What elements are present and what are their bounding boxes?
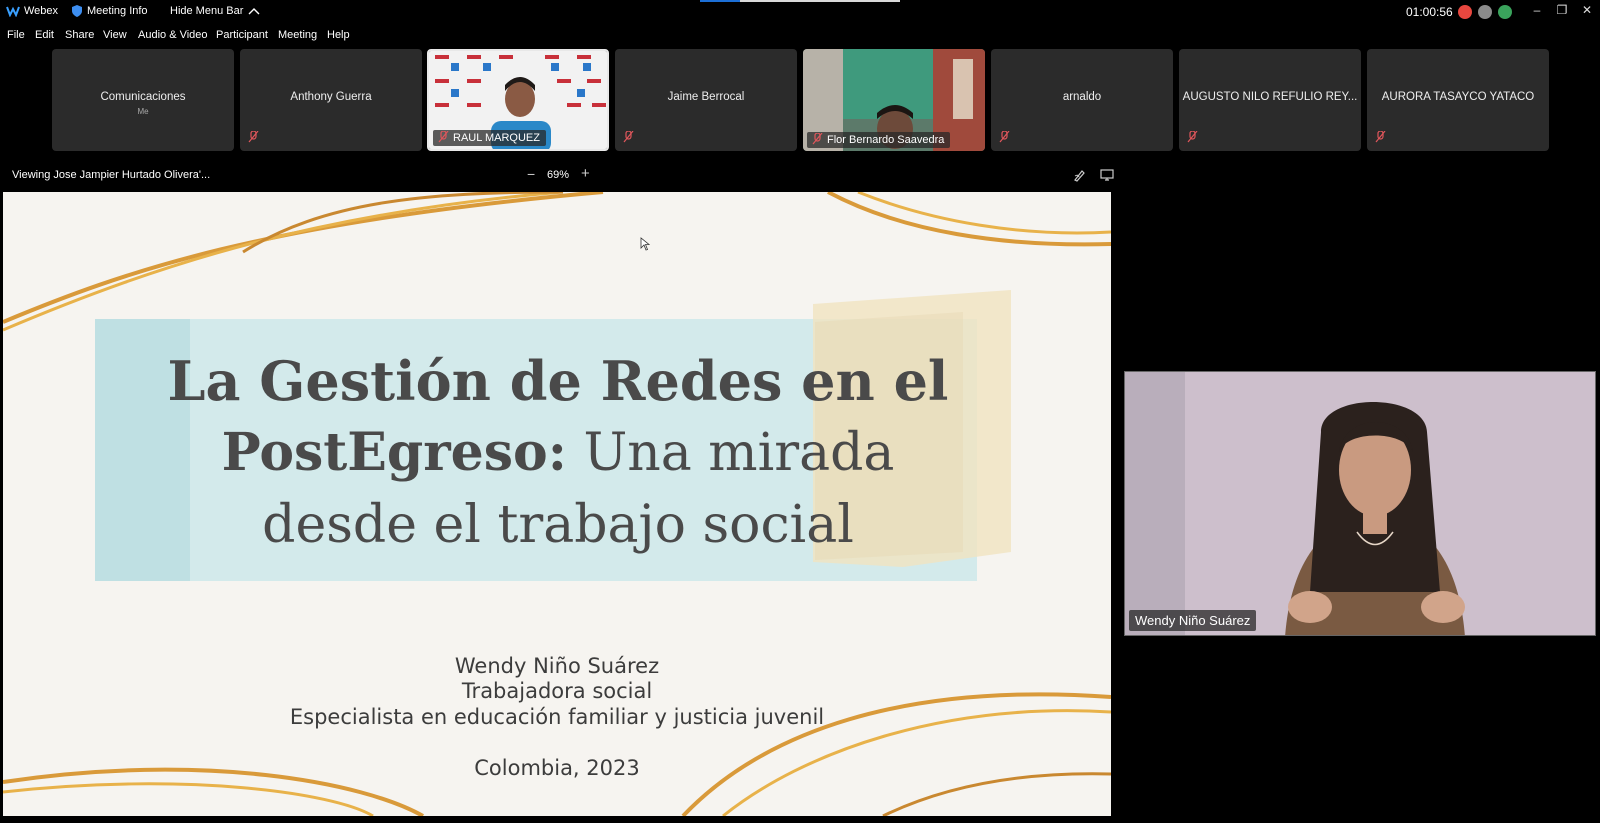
participant-video-tile[interactable]: RAUL MARQUEZ <box>427 49 609 151</box>
participant-tile[interactable]: AUGUSTO NILO REFULIO REY... <box>1179 49 1361 151</box>
slide-title-line-1: La Gestión de Redes en el <box>167 349 949 413</box>
restore-icon[interactable]: ❐ <box>1553 3 1571 17</box>
participant-name: Comunicaciones <box>100 91 186 103</box>
slide-title-line-3: desde el trabajo social <box>262 495 854 555</box>
recording-indicator-icon[interactable] <box>1458 5 1472 19</box>
slide-title-rest: Una mirada <box>566 423 895 483</box>
muted-mic-icon <box>438 131 449 143</box>
participant-tile[interactable]: Comunicaciones Me <box>52 49 234 151</box>
participant-name: Anthony Guerra <box>290 91 372 103</box>
muted-mic-icon <box>812 133 823 145</box>
muted-mic-icon <box>1375 131 1386 143</box>
muted-mic-icon <box>999 131 1010 143</box>
viewing-share-label: Viewing Jose Jampier Hurtado Olivera'... <box>12 169 211 181</box>
participant-name-label: Flor Bernardo Saavedra <box>807 132 951 148</box>
menu-audio-video[interactable]: Audio & Video <box>138 29 208 41</box>
participant-name: Jaime Berrocal <box>667 91 745 103</box>
webex-logo-icon <box>6 6 20 17</box>
participant-video-tile[interactable]: Flor Bernardo Saavedra <box>803 49 985 151</box>
muted-mic-icon <box>1187 131 1198 143</box>
network-status-icon[interactable] <box>1478 5 1492 19</box>
zoom-in-button[interactable]: + <box>581 165 590 182</box>
participant-name: arnaldo <box>1062 91 1102 103</box>
menu-file[interactable]: File <box>7 29 25 41</box>
chevron-up-icon <box>248 8 260 15</box>
slide-title-line-2: PostEgreso: Una mirada <box>143 417 973 489</box>
muted-mic-icon <box>623 131 634 143</box>
slide-title-bold: PostEgreso: <box>221 422 567 483</box>
hide-menu-bar-label: Hide Menu Bar <box>170 5 244 17</box>
muted-mic-icon <box>248 131 259 143</box>
participant-tile[interactable]: Anthony Guerra <box>240 49 422 151</box>
active-speaker-video[interactable]: Wendy Niño Suárez <box>1124 371 1596 636</box>
menu-help[interactable]: Help <box>327 29 350 41</box>
health-check-icon[interactable] <box>1498 5 1512 19</box>
participant-name: Flor Bernardo Saavedra <box>827 134 945 146</box>
share-toolbar: Viewing Jose Jampier Hurtado Olivera'...… <box>0 164 1114 188</box>
meeting-info-label: Meeting Info <box>87 5 148 17</box>
slide-place-year: Colombia, 2023 <box>474 756 640 780</box>
shield-icon <box>72 5 82 17</box>
slide-specialty: Especialista en educación familiar y jus… <box>289 705 825 729</box>
slide-role: Trabajadora social <box>461 679 653 703</box>
app-name: Webex <box>6 5 58 17</box>
shared-slide: La Gestión de Redes en el PostEgreso: Un… <box>3 192 1111 816</box>
share-indicator-bar <box>700 0 900 2</box>
menu-participant[interactable]: Participant <box>216 29 268 41</box>
minimize-icon[interactable]: – <box>1528 3 1546 17</box>
participant-self-label: Me <box>137 107 149 116</box>
slide-author: Wendy Niño Suárez <box>454 654 660 678</box>
participant-tile[interactable]: arnaldo <box>991 49 1173 151</box>
speaker-name-label: Wendy Niño Suárez <box>1129 610 1257 631</box>
meeting-timer: 01:00:56 <box>1406 5 1453 19</box>
app-name-label: Webex <box>24 5 59 17</box>
speaker-video-feed <box>1125 372 1595 635</box>
popout-share-icon[interactable] <box>1100 168 1114 182</box>
slide-title: La Gestión de Redes en el PostEgreso: Un… <box>143 345 973 561</box>
meeting-info-button[interactable]: Meeting Info <box>72 5 148 17</box>
participant-tile[interactable]: Jaime Berrocal <box>615 49 797 151</box>
zoom-out-button[interactable]: − <box>527 166 535 182</box>
participant-tile[interactable]: AURORA TASAYCO YATACO <box>1367 49 1549 151</box>
participant-name: AURORA TASAYCO YATACO <box>1381 91 1535 103</box>
hide-menu-bar-button[interactable]: Hide Menu Bar <box>170 5 260 17</box>
close-icon[interactable]: ✕ <box>1578 3 1596 17</box>
menu-view[interactable]: View <box>103 29 127 41</box>
participant-name-label: RAUL MARQUEZ <box>433 130 546 146</box>
title-bar: Webex Meeting Info Hide Menu Bar 01:00:5… <box>0 0 1600 24</box>
participant-name: RAUL MARQUEZ <box>453 132 540 144</box>
annotate-icon[interactable] <box>1073 168 1087 182</box>
mouse-cursor-icon <box>640 237 650 251</box>
menu-meeting[interactable]: Meeting <box>278 29 317 41</box>
menu-share[interactable]: Share <box>65 29 94 41</box>
participant-name: AUGUSTO NILO REFULIO REY... <box>1182 91 1358 103</box>
zoom-level[interactable]: 69% <box>547 169 569 181</box>
menu-edit[interactable]: Edit <box>35 29 54 41</box>
